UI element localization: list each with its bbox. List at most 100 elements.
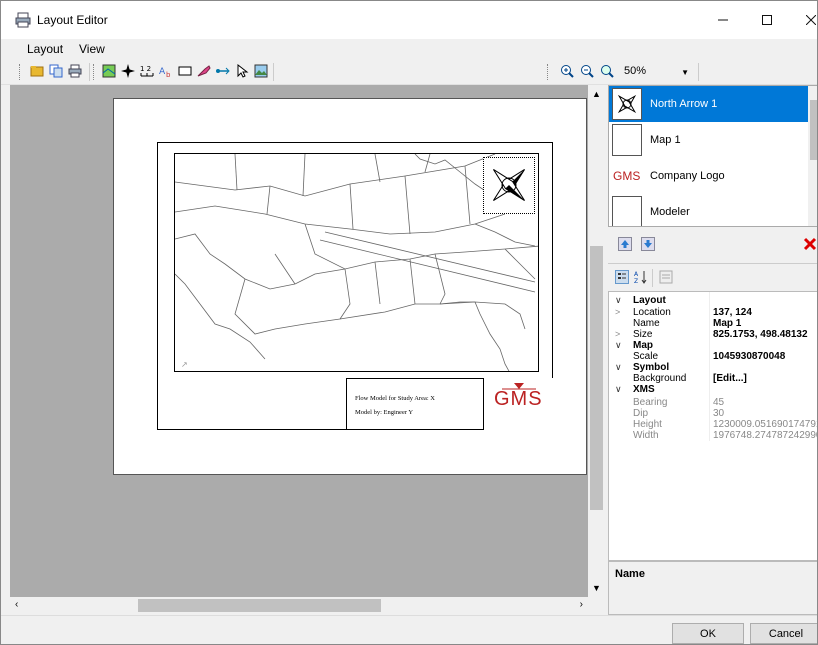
vertical-scroll-thumb[interactable] (590, 246, 603, 510)
chevron-down-icon: ▼ (681, 68, 689, 77)
property-row[interactable]: > Size 825.1753, 498.48132 (609, 329, 817, 340)
list-item-label: Company Logo (650, 170, 725, 182)
property-name: Location (633, 307, 671, 318)
insert-scale-bar-icon[interactable]: 1 2 (139, 63, 155, 79)
text-thumb-icon (612, 196, 642, 226)
close-button[interactable] (789, 1, 817, 39)
property-row[interactable]: Dip 30 (609, 408, 817, 419)
ok-button[interactable]: OK (672, 623, 744, 644)
property-row[interactable]: Scale 1045930870048 (609, 351, 817, 362)
property-value[interactable]: [Edit...] (713, 373, 747, 384)
move-down-icon[interactable] (639, 235, 657, 253)
scroll-up-icon[interactable]: ▲ (592, 89, 601, 99)
svg-text:A: A (634, 271, 639, 278)
list-item-north-arrow[interactable]: North Arrow 1 (609, 86, 809, 122)
collapse-chevron-icon[interactable]: ∨ (615, 340, 622, 351)
collapse-chevron-icon[interactable]: ∨ (615, 295, 622, 306)
maximize-button[interactable] (745, 1, 789, 39)
property-grid[interactable]: ∨ Layout > Location 137, 124 Name Map 1 > Size 82… (608, 291, 817, 561)
property-row[interactable]: Height 1230009.051690174791 (609, 419, 817, 430)
insert-rectangle-icon[interactable] (177, 63, 193, 79)
property-row[interactable]: Bearing 45 (609, 397, 817, 408)
element-list-scroll-thumb[interactable] (810, 100, 817, 160)
model-info-text-box[interactable]: Flow Model for Study Area: X Model by: E… (346, 378, 484, 430)
collapse-chevron-icon[interactable]: ∨ (615, 362, 622, 373)
menu-view[interactable]: View (79, 42, 105, 56)
copy-icon[interactable] (48, 63, 64, 79)
property-value[interactable]: 137, 124 (713, 307, 752, 318)
property-category[interactable]: ∨ XMS (609, 384, 817, 395)
toolbar: 1 2 Ab 50% ▼ (1, 59, 817, 85)
cancel-button[interactable]: Cancel (750, 623, 817, 644)
scroll-left-icon[interactable]: ‹ (15, 599, 18, 610)
property-row[interactable]: Name Map 1 (609, 318, 817, 329)
select-pointer-icon[interactable] (234, 63, 250, 79)
north-arrow-1[interactable] (483, 157, 535, 214)
property-name: Layout (633, 295, 666, 306)
compass-icon (493, 169, 525, 201)
layout-page: ↗ Flow Model for Study Area: X Model by:… (113, 98, 587, 475)
expand-chevron-icon[interactable]: > (615, 329, 620, 340)
minimize-button[interactable] (701, 1, 745, 39)
expand-chevron-icon[interactable]: > (615, 307, 620, 318)
scroll-down-icon[interactable]: ▼ (592, 583, 601, 593)
zoom-fit-icon[interactable] (599, 63, 615, 79)
property-value[interactable]: 1230009.051690174791 (713, 419, 817, 430)
property-grid-divider[interactable] (709, 292, 710, 441)
zoom-level-dropdown[interactable]: 50% ▼ (621, 62, 693, 81)
scroll-right-icon[interactable]: › (580, 599, 583, 610)
toolbar-grip[interactable] (19, 64, 22, 80)
canvas-vertical-scrollbar[interactable]: ▲ ▼ (588, 85, 605, 597)
property-value[interactable]: 1976748.274787242990 (713, 430, 817, 441)
delete-icon[interactable] (801, 235, 817, 253)
zoom-out-icon[interactable] (579, 63, 595, 79)
property-category[interactable]: ∨ Map (609, 340, 817, 351)
property-value[interactable]: 825.1753, 498.48132 (713, 329, 808, 340)
insert-image-icon[interactable] (253, 63, 269, 79)
property-row[interactable]: > Location 137, 124 (609, 307, 817, 318)
property-name: Width (633, 430, 659, 441)
sort-alphabetical-icon[interactable]: AZ (633, 269, 649, 285)
list-item-map[interactable]: Map 1 (609, 122, 809, 158)
insert-text-icon[interactable]: Ab (158, 63, 174, 79)
property-row[interactable]: Background [Edit...] (609, 373, 817, 384)
canvas-horizontal-scrollbar[interactable]: ‹ › (10, 597, 588, 614)
layout-canvas[interactable]: ↗ Flow Model for Study Area: X Model by:… (10, 85, 588, 597)
print-icon[interactable] (67, 63, 83, 79)
insert-legend-icon[interactable] (196, 63, 212, 79)
menu-layout[interactable]: Layout (27, 42, 63, 56)
property-value[interactable]: 30 (713, 408, 724, 419)
property-name: Background (633, 373, 687, 384)
company-logo[interactable]: GMS (484, 378, 553, 430)
move-up-icon[interactable] (616, 235, 634, 253)
open-icon[interactable] (29, 63, 45, 79)
gms-logo-text: GMS (494, 388, 543, 410)
property-category[interactable]: ∨ Layout (609, 295, 817, 306)
categorized-icon[interactable] (614, 269, 630, 285)
property-row[interactable]: Width 1976748.274787242990 (609, 430, 817, 441)
zoom-in-icon[interactable] (559, 63, 575, 79)
property-description: Name (608, 561, 817, 615)
dialog-button-bar: OK Cancel (1, 615, 817, 644)
gms-logo-thumb-icon: GMS (612, 160, 642, 192)
collapse-chevron-icon[interactable]: ∨ (615, 384, 622, 395)
property-value[interactable]: Map 1 (713, 318, 741, 329)
modeler-text: Model by: Engineer Y (355, 409, 414, 416)
insert-map-icon[interactable] (101, 63, 117, 79)
property-value[interactable]: 1045930870048 (713, 351, 785, 362)
list-item-modeler[interactable]: Modeler (609, 194, 809, 226)
property-category[interactable]: ∨ Symbol (609, 362, 817, 373)
element-list-scrollbar[interactable] (808, 86, 817, 226)
property-name: Dip (633, 408, 649, 419)
insert-line-icon[interactable] (215, 63, 231, 79)
toolbar-grip-3[interactable] (547, 64, 550, 80)
property-pages-icon[interactable] (658, 269, 674, 285)
property-grid-toolbar: AZ (608, 263, 817, 291)
window-title: Layout Editor (37, 13, 108, 27)
property-value[interactable]: 45 (713, 397, 724, 408)
horizontal-scroll-thumb[interactable] (138, 599, 381, 612)
toolbar-grip-2[interactable] (93, 64, 96, 80)
study-area-text: Flow Model for Study Area: X (355, 395, 435, 402)
insert-north-arrow-icon[interactable] (120, 63, 136, 79)
list-item-company-logo[interactable]: GMS Company Logo (609, 158, 809, 194)
